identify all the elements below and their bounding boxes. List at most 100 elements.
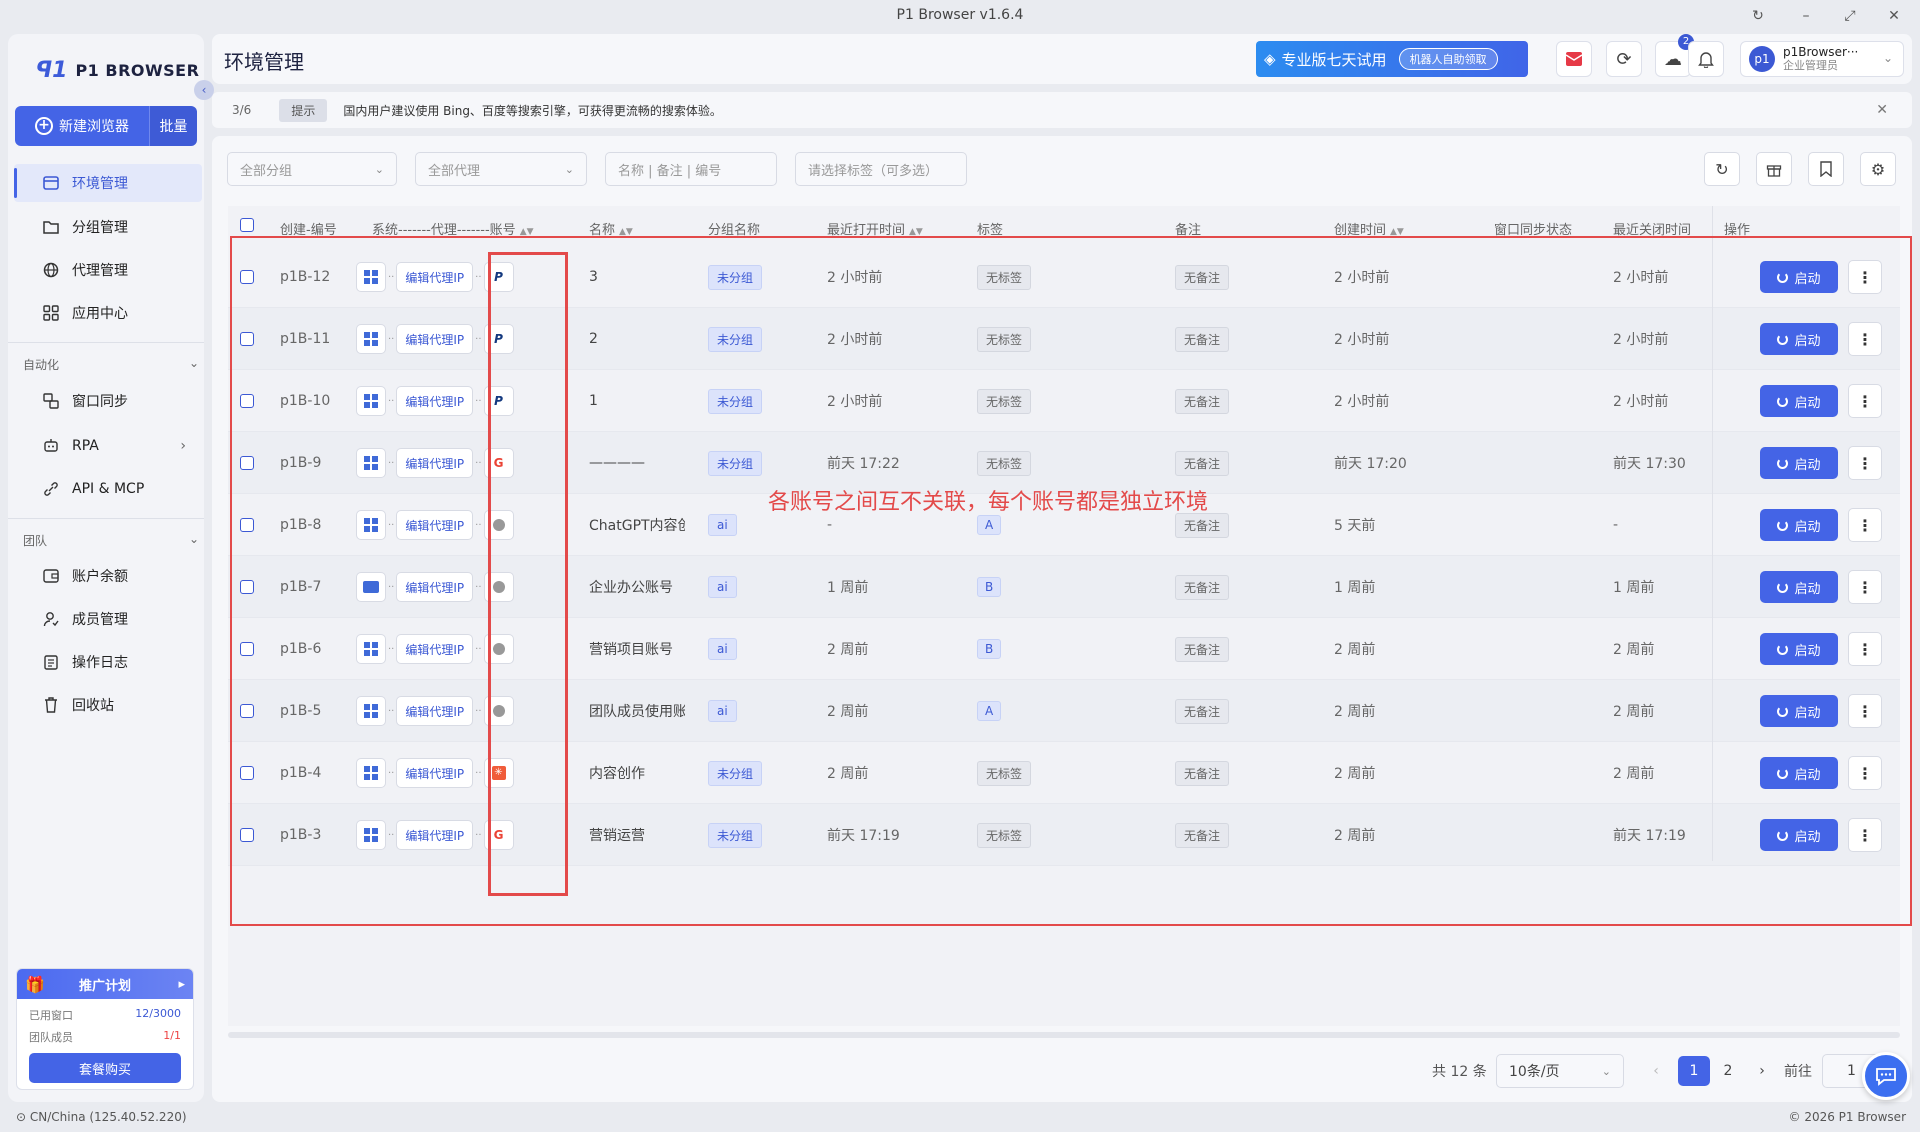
sidebar-item-logs[interactable]: 操作日志 <box>14 643 202 681</box>
prev-page-button[interactable]: ‹ <box>1640 1056 1672 1086</box>
sidebar-item-label: 账户余额 <box>72 569 128 585</box>
sidebar-item-env[interactable]: 环境管理 <box>14 164 202 202</box>
sidebar-item-window-sync[interactable]: 窗口同步 <box>14 382 202 420</box>
total-count: 共 12 条 <box>1432 1064 1487 1080</box>
horizontal-scrollbar[interactable] <box>228 1032 1900 1038</box>
search-placeholder: 名称 | 备注 | 编号 <box>618 163 722 179</box>
sidebar-item-api[interactable]: API & MCP <box>14 470 202 508</box>
trial-claim-pill[interactable]: 机器人自助领取 <box>1398 48 1498 70</box>
select-all-checkbox[interactable] <box>240 218 254 232</box>
gift-icon: 🎁 <box>25 974 45 994</box>
gift-button[interactable] <box>1756 152 1792 186</box>
diamond-icon: ◈ <box>1264 50 1276 68</box>
sidebar-item-label: 分组管理 <box>72 220 128 236</box>
chevron-down-icon: ⌄ <box>1601 1064 1611 1078</box>
sync-button[interactable]: ⟳ <box>1606 41 1642 77</box>
member-icon <box>42 610 60 628</box>
tip-tag: 提示 <box>279 98 328 122</box>
page-size-select[interactable]: 10条/页 ⌄ <box>1496 1054 1624 1088</box>
sidebar-item-groups[interactable]: 分组管理 <box>14 208 202 246</box>
sidebar-item-trash[interactable]: 回收站 <box>14 686 202 724</box>
user-name: p1Browser··· <box>1783 45 1859 59</box>
annotation-account-column-box <box>488 252 568 896</box>
plus-icon: + <box>35 117 53 135</box>
download-button[interactable]: ☁ 2 <box>1655 34 1694 77</box>
proxy-filter-placeholder: 全部代理 <box>428 163 481 179</box>
grid-apps-icon <box>42 304 60 322</box>
app-logo: ꟼ1 P1 BROWSER <box>36 50 199 90</box>
annotation-rows-box <box>230 236 1912 926</box>
chevron-right-icon: ▸ <box>178 976 185 992</box>
page-1-button[interactable]: 1 <box>1678 1056 1710 1086</box>
window-title: P1 Browser v1.6.4 <box>896 7 1024 23</box>
logo-text: P1 BROWSER <box>75 60 200 80</box>
next-page-button[interactable]: › <box>1746 1056 1778 1086</box>
team-members-label: 团队成员 <box>29 1031 73 1044</box>
sidebar-item-label: 成员管理 <box>72 612 128 628</box>
column-settings-button[interactable]: ⚙ <box>1860 152 1896 186</box>
new-browser-button[interactable]: + 新建浏览器 <box>15 106 149 146</box>
location-status: ⊙ CN/China (125.40.52.220) <box>16 1110 187 1124</box>
sidebar-item-members[interactable]: 成员管理 <box>14 600 202 638</box>
sync-icon: ⟳ <box>1616 48 1632 70</box>
browser-window-icon <box>42 174 60 192</box>
section-automation[interactable]: 自动化 ⌄ <box>23 356 199 373</box>
minimize-icon[interactable]: – <box>1794 5 1818 27</box>
tip-count: 3/6 <box>232 103 252 117</box>
sidebar-item-label: API & MCP <box>72 481 145 497</box>
batch-button[interactable]: 批量 <box>149 106 197 146</box>
user-menu[interactable]: p1 p1Browser··· 企业管理员 ⌄ <box>1740 41 1904 77</box>
globe-icon <box>42 261 60 279</box>
collapse-sidebar-button[interactable]: ‹ <box>194 80 214 100</box>
logo-mark: ꟼ1 <box>36 57 68 83</box>
location-text: CN/China (125.40.52.220) <box>29 1110 187 1124</box>
search-input[interactable]: 名称 | 备注 | 编号 <box>605 152 777 186</box>
used-windows-label: 已用窗口 <box>29 1009 73 1022</box>
promo-header[interactable]: 🎁 推广计划 ▸ <box>17 969 193 999</box>
sidebar-item-label: 应用中心 <box>72 306 128 322</box>
sidebar-item-label: 操作日志 <box>72 655 128 671</box>
folder-icon <box>42 218 60 236</box>
section-team[interactable]: 团队 ⌄ <box>23 532 199 549</box>
sidebar-item-rpa[interactable]: RPA › <box>14 427 202 465</box>
location-pin-icon: ⊙ <box>16 1110 30 1124</box>
notification-button[interactable] <box>1688 41 1724 77</box>
buy-plan-button[interactable]: 套餐购买 <box>29 1053 181 1083</box>
promo-row-members: 团队成员 1/1 <box>17 1029 193 1045</box>
sidebar: ꟼ1 P1 BROWSER + 新建浏览器 批量 环境管理 分组管理 代理管理 … <box>8 34 204 1102</box>
refresh-window-icon[interactable]: ↻ <box>1746 5 1770 27</box>
promo-card: 🎁 推广计划 ▸ 已用窗口 12/3000 团队成员 1/1 套餐购买 <box>16 968 194 1090</box>
team-members-value: 1/1 <box>163 1029 181 1042</box>
section-team-label: 团队 <box>23 534 48 548</box>
trial-banner[interactable]: ◈ 专业版七天试用 机器人自助领取 <box>1256 41 1528 77</box>
divider <box>8 518 204 519</box>
new-browser-group: + 新建浏览器 批量 <box>15 106 197 146</box>
trash-icon <box>42 696 60 714</box>
sidebar-item-apps[interactable]: 应用中心 <box>14 294 202 332</box>
chat-bubble-icon <box>1876 1068 1896 1086</box>
tip-bar: 3/6 提示 国内用户建议使用 Bing、百度等搜索引擎，可获得更流畅的搜索体验… <box>212 92 1912 128</box>
sidebar-item-label: 回收站 <box>72 698 114 714</box>
wallet-icon <box>42 567 60 585</box>
maximize-icon[interactable]: ⤢ <box>1838 5 1862 27</box>
sidebar-item-label: 代理管理 <box>72 263 128 279</box>
support-chat-button[interactable] <box>1862 1052 1910 1100</box>
chevron-down-icon: ⌄ <box>188 356 199 370</box>
sidebar-item-proxy[interactable]: 代理管理 <box>14 251 202 289</box>
promo-title: 推广计划 <box>78 978 131 994</box>
annotation-text: 各账号之间互不关联，每个账号都是独立环境 <box>768 490 1209 515</box>
gift-mail-button[interactable] <box>1556 41 1592 77</box>
header: 环境管理 ◈ 专业版七天试用 机器人自助领取 ⟳ ☁ 2 p1 p1Browse… <box>212 34 1912 84</box>
refresh-list-button[interactable]: ↻ <box>1704 152 1740 186</box>
group-filter[interactable]: 全部分组 ⌄ <box>227 152 397 186</box>
close-tip-icon[interactable]: ✕ <box>1876 102 1888 118</box>
tag-filter[interactable]: 请选择标签（可多选） <box>795 152 967 186</box>
red-envelope-icon <box>1565 52 1583 66</box>
tip-message: 国内用户建议使用 Bing、百度等搜索引擎，可获得更流畅的搜索体验。 <box>343 103 722 118</box>
sidebar-item-balance[interactable]: 账户余额 <box>14 557 202 595</box>
chevron-right-icon: › <box>180 438 186 454</box>
bookmark-button[interactable] <box>1808 152 1844 186</box>
close-icon[interactable]: ✕ <box>1882 5 1906 27</box>
proxy-filter[interactable]: 全部代理 ⌄ <box>415 152 587 186</box>
page-2-button[interactable]: 2 <box>1712 1056 1744 1086</box>
